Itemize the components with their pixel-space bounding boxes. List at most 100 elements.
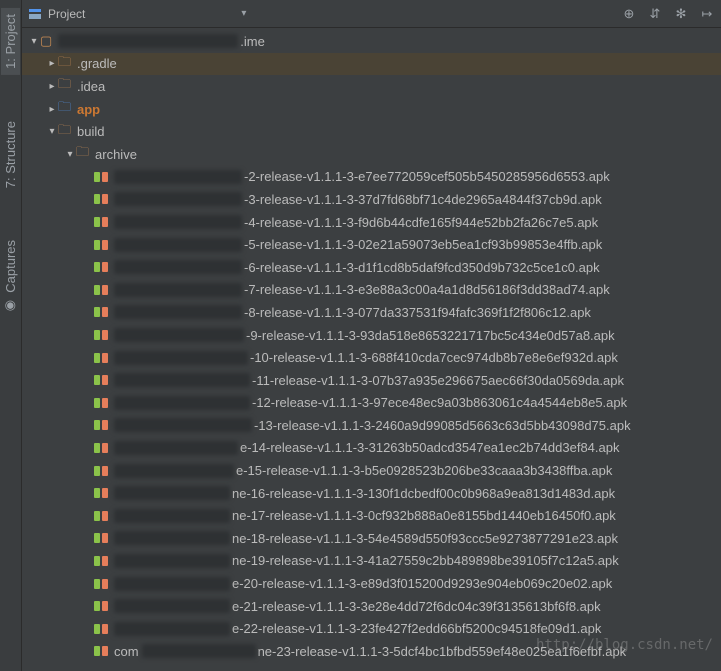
project-tree[interactable]: ▾ ▢ .ime ▸ 🗀 .gradle ▸ 🗀 .idea: [22, 28, 721, 671]
apk-icon: [94, 577, 108, 591]
redacted-text: [114, 577, 230, 591]
apk-icon: [94, 396, 108, 410]
redacted-text: [114, 486, 230, 500]
apk-icon: [94, 351, 108, 365]
redacted-text: [114, 238, 242, 252]
apk-icon: [94, 486, 108, 500]
redacted-text: [114, 464, 234, 478]
tree-file-apk[interactable]: -2-release-v1.1.1-3-e7ee772059cef505b545…: [22, 166, 721, 189]
apk-icon: [94, 644, 108, 658]
apk-icon: [94, 305, 108, 319]
apk-icon: [94, 531, 108, 545]
redacted-text: [58, 34, 238, 48]
file-label: ne-17-release-v1.1.1-3-0cf932b888a0e8155…: [232, 508, 616, 523]
tree-file-apk[interactable]: e-15-release-v1.1.1-3-b5e0928523b206be33…: [22, 459, 721, 482]
tree-file-apk[interactable]: ne-19-release-v1.1.1-3-41a27559c2bb48989…: [22, 550, 721, 573]
tree-file-apk[interactable]: -5-release-v1.1.1-3-02e21a59073eb5ea1cf9…: [22, 233, 721, 256]
tree-file-apk[interactable]: ne-18-release-v1.1.1-3-54e4589d550f93ccc…: [22, 527, 721, 550]
project-panel: Project ▾ ⊕ ⇵ ✻ ↦ ▾ ▢ .ime ▸ 🗀: [22, 0, 721, 671]
tree-root[interactable]: ▾ ▢ .ime: [22, 30, 721, 53]
apk-icon: [94, 238, 108, 252]
file-label: e-15-release-v1.1.1-3-b5e0928523b206be33…: [236, 463, 612, 478]
panel-header: Project ▾ ⊕ ⇵ ✻ ↦: [22, 0, 721, 28]
tree-folder-idea[interactable]: ▸ 🗀 .idea: [22, 75, 721, 98]
redacted-text: [114, 441, 238, 455]
gutter-tab-captures[interactable]: ◉ Captures: [1, 234, 20, 319]
redacted-text: [114, 373, 250, 387]
folder-icon: 🗀: [58, 121, 71, 143]
apk-icon: [94, 599, 108, 613]
tree-folder-archive[interactable]: ▾ 🗀 archive: [22, 143, 721, 166]
gutter-tab-project-label: 1: Project: [3, 14, 18, 69]
tree-file-apk[interactable]: com ne-23-release-v1.1.1-3-5dcf4bc1bfbd55…: [22, 640, 721, 663]
chevron-right-icon[interactable]: ▸: [46, 81, 58, 92]
apk-icon: [94, 554, 108, 568]
panel-title[interactable]: Project ▾: [28, 7, 621, 21]
tree-folder-build[interactable]: ▾ 🗀 build: [22, 120, 721, 143]
file-label: -2-release-v1.1.1-3-e7ee772059cef505b545…: [244, 169, 610, 184]
tree-file-apk[interactable]: e-20-release-v1.1.1-3-e89d3f015200d9293e…: [22, 572, 721, 595]
redacted-text: [114, 192, 242, 206]
chevron-down-icon[interactable]: ▾: [241, 8, 246, 19]
chevron-right-icon[interactable]: ▸: [46, 104, 58, 115]
gutter-tab-structure-label: 7: Structure: [3, 121, 18, 188]
redacted-text: [114, 396, 250, 410]
target-icon[interactable]: ⊕: [621, 6, 637, 22]
chevron-down-icon[interactable]: ▾: [28, 36, 40, 47]
tree-file-apk[interactable]: ne-16-release-v1.1.1-3-130f1dcbedf00c0b9…: [22, 482, 721, 505]
tree-file-apk[interactable]: e-21-release-v1.1.1-3-3e28e4dd72f6dc04c3…: [22, 595, 721, 618]
tree-file-apk[interactable]: -9-release-v1.1.1-3-93da518e8653221717bc…: [22, 324, 721, 347]
file-prefix: com: [114, 644, 139, 659]
tree-folder-gradle[interactable]: ▸ 🗀 .gradle: [22, 53, 721, 76]
tree-file-apk[interactable]: -10-release-v1.1.1-3-688f410cda7cec974db…: [22, 346, 721, 369]
file-label: ne-23-release-v1.1.1-3-5dcf4bc1bfbd559ef…: [258, 644, 627, 659]
folder-label: .gradle: [77, 56, 117, 71]
tree-file-apk[interactable]: -11-release-v1.1.1-3-07b37a935e296675aec…: [22, 369, 721, 392]
redacted-text: [114, 531, 230, 545]
tree-file-apk[interactable]: e-22-release-v1.1.1-3-23fe427f2edd66bf52…: [22, 617, 721, 640]
tree-file-apk[interactable]: e-14-release-v1.1.1-3-31263b50adcd3547ea…: [22, 437, 721, 460]
file-label: -8-release-v1.1.1-3-077da337531f94fafc36…: [244, 305, 591, 320]
redacted-text: [114, 283, 242, 297]
file-label: -13-release-v1.1.1-3-2460a9d99085d5663c6…: [254, 418, 631, 433]
tree-file-apk[interactable]: -13-release-v1.1.1-3-2460a9d99085d5663c6…: [22, 414, 721, 437]
folder-label: archive: [95, 147, 137, 162]
gear-icon[interactable]: ✻: [673, 6, 689, 22]
tree-file-apk[interactable]: -6-release-v1.1.1-3-d1f1cd8b5daf9fcd350d…: [22, 256, 721, 279]
folder-label: build: [77, 124, 104, 139]
apk-icon: [94, 328, 108, 342]
redacted-text: [114, 260, 242, 274]
redacted-text: [114, 351, 248, 365]
file-label: -5-release-v1.1.1-3-02e21a59073eb5ea1cf9…: [244, 237, 602, 252]
tree-file-apk[interactable]: -3-release-v1.1.1-3-37d7fd68bf71c4de2965…: [22, 188, 721, 211]
tree-file-apk[interactable]: -12-release-v1.1.1-3-97ece48ec9a03b86306…: [22, 392, 721, 415]
apk-icon: [94, 373, 108, 387]
file-label: -3-release-v1.1.1-3-37d7fd68bf71c4de2965…: [244, 192, 602, 207]
camera-icon: ◉: [5, 297, 16, 313]
file-label: ne-19-release-v1.1.1-3-41a27559c2bb48989…: [232, 553, 619, 568]
chevron-down-icon[interactable]: ▾: [64, 149, 76, 160]
collapse-icon[interactable]: ⇵: [647, 6, 663, 22]
chevron-down-icon[interactable]: ▾: [46, 126, 58, 137]
apk-icon: [94, 215, 108, 229]
folder-icon: 🗀: [58, 53, 71, 75]
folder-label: .idea: [77, 79, 105, 94]
tree-file-apk[interactable]: -8-release-v1.1.1-3-077da337531f94fafc36…: [22, 301, 721, 324]
tree-file-apk[interactable]: ne-17-release-v1.1.1-3-0cf932b888a0e8155…: [22, 504, 721, 527]
gutter-tab-project[interactable]: 1: Project: [1, 8, 20, 75]
file-label: -9-release-v1.1.1-3-93da518e8653221717bc…: [246, 328, 615, 343]
gutter-tab-structure[interactable]: 7: Structure: [1, 115, 20, 194]
apk-icon: [94, 283, 108, 297]
project-view-icon: [28, 7, 42, 21]
redacted-text: [114, 554, 230, 568]
tree-file-apk[interactable]: -7-release-v1.1.1-3-e3e88a3c00a4a1d8d561…: [22, 279, 721, 302]
file-label: -11-release-v1.1.1-3-07b37a935e296675aec…: [252, 373, 624, 388]
chevron-right-icon[interactable]: ▸: [46, 58, 58, 69]
module-icon: ▢: [40, 33, 52, 49]
file-label: -12-release-v1.1.1-3-97ece48ec9a03b86306…: [252, 395, 627, 410]
hide-icon[interactable]: ↦: [699, 6, 715, 22]
tree-file-apk[interactable]: -4-release-v1.1.1-3-f9d6b44cdfe165f944e5…: [22, 211, 721, 234]
apk-icon: [94, 192, 108, 206]
tree-folder-app[interactable]: ▸ 🗀 app: [22, 98, 721, 121]
apk-icon: [94, 260, 108, 274]
